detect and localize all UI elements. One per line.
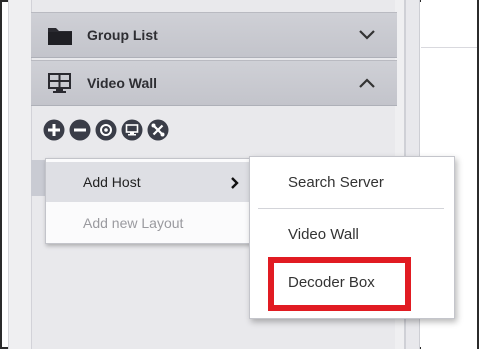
submenu-item-video-wall[interactable]: Video Wall [250, 213, 454, 257]
monitor-icon[interactable] [120, 118, 144, 142]
chevron-down-icon[interactable] [357, 28, 377, 42]
section-title: Group List [87, 27, 158, 43]
video-wall-icon [47, 72, 73, 94]
menu-item-label: Add new Layout [83, 215, 184, 231]
chevron-right-icon [230, 176, 239, 189]
tools-icon[interactable] [146, 118, 170, 142]
annotation-highlight-box [268, 257, 411, 311]
menu-separator [258, 208, 444, 209]
content-divider [421, 47, 477, 48]
add-icon[interactable] [42, 118, 66, 142]
submenu-item-search-server[interactable]: Search Server [250, 161, 454, 205]
section-header-group-list[interactable]: Group List [31, 12, 397, 58]
menu-item-label: Add Host [83, 174, 141, 190]
video-wall-toolbar [42, 118, 170, 142]
submenu-item-label: Video Wall [288, 226, 359, 243]
section-title: Video Wall [87, 75, 158, 91]
remove-icon[interactable] [68, 118, 92, 142]
context-menu: Add Host Add new Layout [45, 158, 252, 244]
menu-item-add-host[interactable]: Add Host [46, 162, 251, 202]
folder-icon [47, 24, 73, 46]
submenu-item-label: Search Server [288, 174, 384, 191]
chevron-up-icon[interactable] [357, 76, 377, 90]
section-header-video-wall[interactable]: Video Wall [31, 60, 397, 106]
settings-icon[interactable] [94, 118, 118, 142]
menu-item-add-new-layout[interactable]: Add new Layout [46, 203, 251, 243]
